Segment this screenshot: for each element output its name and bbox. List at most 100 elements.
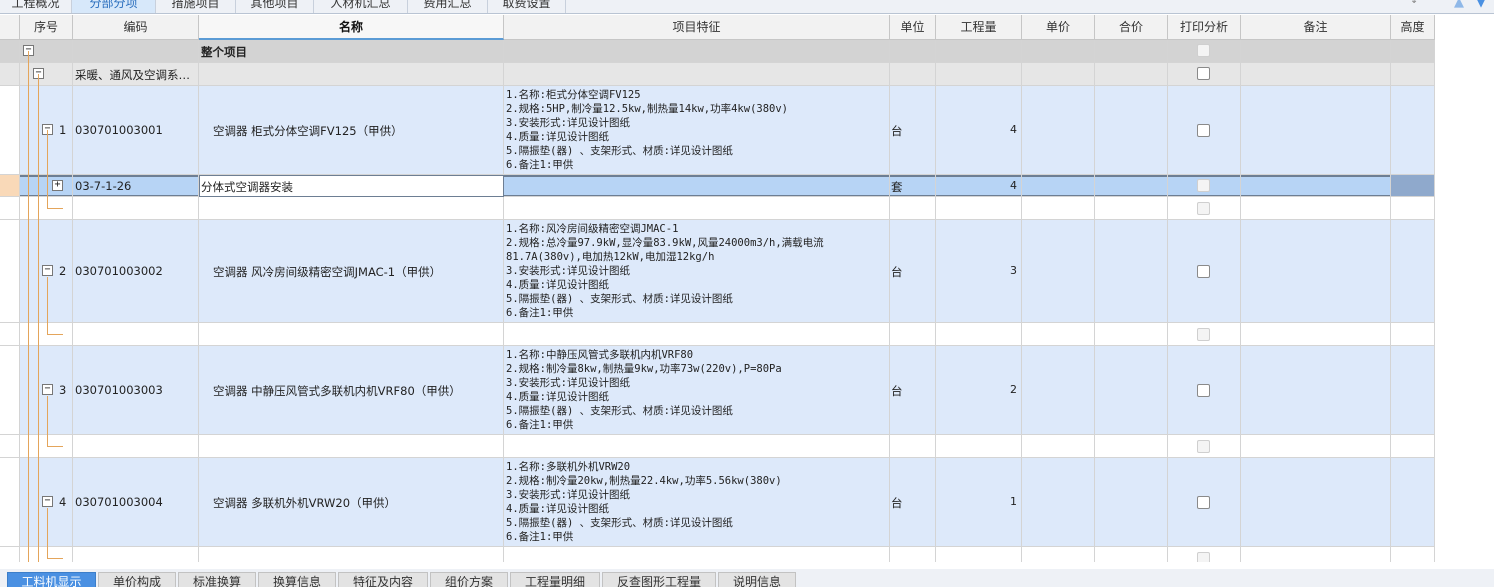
item-unit: 台 bbox=[891, 124, 903, 138]
division-items-grid: 序号 编码 名称 项目特征 单位 工程量 单价 合价 打印分析 备注 高度 − … bbox=[0, 15, 1435, 562]
item-qty: 2 bbox=[1010, 383, 1017, 396]
tab-division-items[interactable]: 分部分项 bbox=[72, 0, 156, 13]
tab-labor-material-display[interactable]: 工料机显示 bbox=[7, 572, 96, 587]
item-qty: 4 bbox=[1010, 123, 1017, 136]
bottom-tab-bar: 工料机显示 单价构成 标准换算 换算信息 特征及内容 组价方案 工程量明细 反查… bbox=[0, 569, 1494, 587]
item-unit: 台 bbox=[891, 384, 903, 398]
tab-pricing-scheme[interactable]: 组价方案 bbox=[430, 572, 508, 587]
item-qty: 1 bbox=[1010, 495, 1017, 508]
header-qty[interactable]: 工程量 bbox=[936, 15, 1022, 40]
header-total[interactable]: 合价 bbox=[1095, 15, 1168, 40]
print-checkbox[interactable] bbox=[1197, 496, 1210, 509]
print-checkbox[interactable] bbox=[1197, 384, 1210, 397]
item-feature: 1.名称:多联机外机VRW20 2.规格:制冷量20kw,制热量22.4kw,功… bbox=[506, 461, 782, 543]
header-unit[interactable]: 单位 bbox=[890, 15, 936, 40]
sub-unit: 套 bbox=[891, 180, 903, 194]
sort-icon[interactable]: ↕ bbox=[1410, 0, 1418, 6]
tree-line bbox=[47, 558, 63, 559]
table-row-blank[interactable] bbox=[0, 323, 1435, 346]
tree-line bbox=[47, 334, 63, 335]
header-price[interactable]: 单价 bbox=[1022, 15, 1095, 40]
tab-fee-settings[interactable]: 取费设置 bbox=[488, 0, 566, 13]
tab-conversion-info[interactable]: 换算信息 bbox=[258, 572, 336, 587]
whole-project-label: 整个项目 bbox=[201, 45, 247, 59]
tab-cost-summary[interactable]: 费用汇总 bbox=[408, 0, 488, 13]
header-feature[interactable]: 项目特征 bbox=[504, 15, 890, 40]
sub-code: 03-7-1-26 bbox=[75, 179, 132, 193]
item-name: 空调器 中静压风管式多联机内机VRF80（甲供） bbox=[213, 384, 461, 398]
tab-features-content[interactable]: 特征及内容 bbox=[338, 572, 428, 587]
move-up-icon[interactable]: ▲ bbox=[1454, 0, 1464, 10]
tree-line bbox=[47, 208, 63, 209]
print-checkbox[interactable] bbox=[1197, 202, 1210, 215]
table-row-blank[interactable] bbox=[0, 435, 1435, 458]
print-checkbox[interactable] bbox=[1197, 440, 1210, 453]
tab-other-items[interactable]: 其他项目 bbox=[236, 0, 314, 13]
seq-number: 4 bbox=[59, 495, 67, 509]
row-section[interactable]: − 采暖、通风及空调系… bbox=[0, 63, 1435, 86]
collapse-icon[interactable]: − bbox=[42, 496, 53, 507]
sub-qty: 4 bbox=[1010, 179, 1017, 192]
print-checkbox[interactable] bbox=[1197, 328, 1210, 341]
header-remark[interactable]: 备注 bbox=[1241, 15, 1391, 40]
print-checkbox[interactable] bbox=[1197, 265, 1210, 278]
item-feature: 1.名称:柜式分体空调FV125 2.规格:5HP,制冷量12.5kw,制热量1… bbox=[506, 89, 789, 171]
tree-line bbox=[38, 74, 39, 562]
sub-name-editor[interactable]: 分体式空调器安装 bbox=[201, 179, 293, 195]
table-row-sub-1[interactable]: + 03-7-1-26 分体式空调器安装 套 4 bbox=[0, 175, 1435, 197]
item-qty: 3 bbox=[1010, 264, 1017, 277]
table-row-item-4[interactable]: −4 030701003004 空调器 多联机外机VRW20（甲供） 1.名称:… bbox=[0, 458, 1435, 547]
tab-labor-material-summary[interactable]: 人材机汇总 bbox=[314, 0, 408, 13]
tab-description-info[interactable]: 说明信息 bbox=[718, 572, 796, 587]
print-checkbox[interactable] bbox=[1197, 552, 1210, 562]
header-corner bbox=[0, 15, 20, 40]
table-row-blank[interactable] bbox=[0, 197, 1435, 220]
top-tab-bar: 工程概况 分部分项 措施项目 其他项目 人材机汇总 费用汇总 取费设置 ↕ ▲ … bbox=[0, 0, 1494, 14]
item-feature: 1.名称:风冷房间级精密空调JMAC-1 2.规格:总冷量97.9kW,显冷量8… bbox=[506, 223, 824, 319]
seq-number: 3 bbox=[59, 383, 67, 397]
tree-line bbox=[47, 277, 48, 334]
item-name: 空调器 多联机外机VRW20（甲供） bbox=[213, 496, 397, 510]
print-checkbox[interactable] bbox=[1197, 67, 1210, 80]
seq-number: 2 bbox=[59, 264, 67, 278]
tab-unit-price-composition[interactable]: 单价构成 bbox=[98, 572, 176, 587]
item-name: 空调器 柜式分体空调FV125（甲供） bbox=[213, 124, 403, 138]
tab-measures[interactable]: 措施项目 bbox=[156, 0, 236, 13]
tree-line bbox=[28, 51, 29, 562]
row-whole-project[interactable]: − 整个项目 bbox=[0, 40, 1435, 63]
move-down-icon[interactable]: ▼ bbox=[1476, 0, 1486, 10]
item-feature: 1.名称:中静压风管式多联机内机VRF80 2.规格:制冷量8kw,制热量9kw… bbox=[506, 349, 782, 431]
item-unit: 台 bbox=[891, 496, 903, 510]
expand-icon[interactable]: + bbox=[52, 180, 63, 191]
table-row-blank[interactable] bbox=[0, 547, 1435, 562]
header-code[interactable]: 编码 bbox=[73, 15, 199, 40]
item-code: 030701003001 bbox=[75, 123, 163, 137]
item-name: 空调器 风冷房间级精密空调JMAC-1（甲供） bbox=[213, 265, 442, 279]
item-unit: 台 bbox=[891, 265, 903, 279]
seq-number: 1 bbox=[59, 123, 67, 137]
tree-line bbox=[47, 446, 63, 447]
header-height[interactable]: 高度 bbox=[1391, 15, 1435, 40]
tab-standard-conversion[interactable]: 标准换算 bbox=[178, 572, 256, 587]
print-checkbox[interactable] bbox=[1197, 44, 1210, 57]
collapse-icon[interactable]: − bbox=[42, 265, 53, 276]
table-row-item-3[interactable]: −3 030701003003 空调器 中静压风管式多联机内机VRF80（甲供）… bbox=[0, 346, 1435, 435]
tree-line bbox=[47, 130, 48, 208]
table-row-item-2[interactable]: −2 030701003002 空调器 风冷房间级精密空调JMAC-1（甲供） … bbox=[0, 220, 1435, 323]
tab-project-overview[interactable]: 工程概况 bbox=[0, 0, 72, 13]
collapse-icon[interactable]: − bbox=[42, 384, 53, 395]
tree-line bbox=[47, 508, 48, 558]
header-print[interactable]: 打印分析 bbox=[1168, 15, 1241, 40]
header-name[interactable]: 名称 bbox=[199, 15, 504, 40]
item-code: 030701003003 bbox=[75, 383, 163, 397]
tab-reverse-graphic-quantity[interactable]: 反查图形工程量 bbox=[602, 572, 716, 587]
print-checkbox[interactable] bbox=[1197, 179, 1210, 192]
print-checkbox[interactable] bbox=[1197, 124, 1210, 137]
toolbar-icons: ↕ ▲ ▼ bbox=[1404, 0, 1494, 13]
section-code: 采暖、通风及空调系… bbox=[75, 68, 190, 82]
table-row-item-1[interactable]: −1 030701003001 空调器 柜式分体空调FV125（甲供） 1.名称… bbox=[0, 86, 1435, 175]
item-code: 030701003004 bbox=[75, 495, 163, 509]
tab-quantity-details[interactable]: 工程量明细 bbox=[510, 572, 600, 587]
item-code: 030701003002 bbox=[75, 264, 163, 278]
header-seq[interactable]: 序号 bbox=[20, 15, 73, 40]
